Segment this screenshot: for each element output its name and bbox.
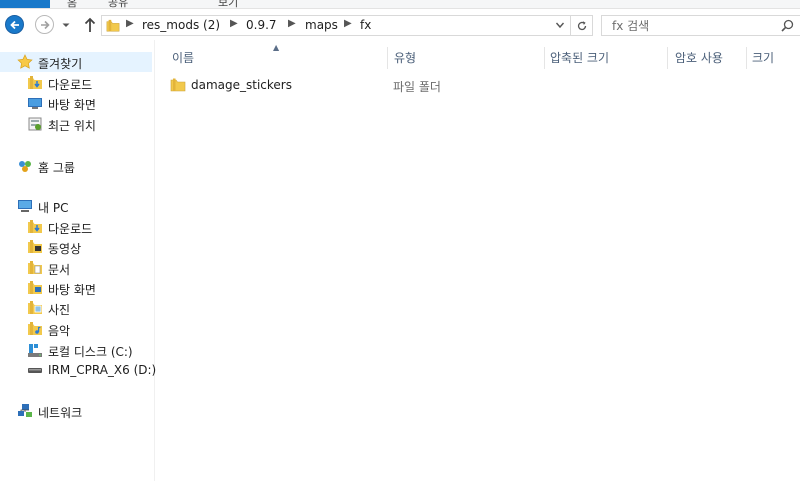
nav-network[interactable]: 네트워크 xyxy=(0,401,152,421)
file-row[interactable]: damage_stickers 파일 폴더 xyxy=(165,75,765,95)
column-header-compressed-size[interactable]: 압축된 크기 xyxy=(545,47,667,69)
documents-folder-icon xyxy=(28,261,42,274)
file-list: ▲ 이름 유형 압축된 크기 암호 사용 크기 damage_stickers … xyxy=(160,40,800,481)
ribbon-file-tab[interactable] xyxy=(0,0,50,8)
breadcrumb-separator[interactable]: ▶ xyxy=(344,18,352,29)
nav-item-label: 최근 위치 xyxy=(48,119,96,133)
nav-item-label: 바탕 화면 xyxy=(48,98,96,112)
nav-item-music[interactable]: 음악 xyxy=(0,319,152,339)
desktop-icon xyxy=(28,98,42,109)
breadcrumb-res-mods[interactable]: res_mods (2) xyxy=(142,18,220,32)
forward-button[interactable] xyxy=(35,15,54,34)
drive-icon xyxy=(28,344,42,357)
ribbon-tab-view[interactable]: 보기 xyxy=(218,0,238,8)
downloads-folder-icon xyxy=(28,220,42,233)
desktop-folder-icon xyxy=(28,281,42,294)
nav-item-pictures[interactable]: 사진 xyxy=(0,298,152,318)
breadcrumb-separator[interactable]: ▶ xyxy=(288,18,296,29)
navigation-bar: ▶ res_mods (2) ▶ 0.9.7 ▶ maps ▶ fx xyxy=(0,10,800,40)
homegroup-icon xyxy=(19,161,31,172)
nav-item-label: 음악 xyxy=(48,324,71,338)
optical-drive-icon xyxy=(28,368,42,373)
recent-locations-dropdown[interactable] xyxy=(61,20,71,30)
chevron-down-icon[interactable] xyxy=(555,20,565,30)
column-header-password-protected[interactable]: 암호 사용 xyxy=(668,47,746,69)
up-arrow-icon[interactable] xyxy=(83,17,97,33)
arrow-right-icon xyxy=(41,20,50,30)
breadcrumb-separator[interactable]: ▶ xyxy=(126,18,134,29)
pane-divider[interactable] xyxy=(154,40,155,481)
column-header-name[interactable]: ▲ 이름 xyxy=(160,43,387,69)
refresh-icon xyxy=(577,21,587,31)
nav-item-label: 바탕 화면 xyxy=(48,283,96,297)
nav-item-downloads[interactable]: 다운로드 xyxy=(0,73,152,93)
column-header-type[interactable]: 유형 xyxy=(388,47,544,69)
nav-item-label: IRM_CPRA_X6 (D:) xyxy=(48,363,157,377)
column-header-size[interactable]: 크기 xyxy=(747,47,800,69)
nav-network-label: 네트워크 xyxy=(38,406,83,420)
nav-item-videos[interactable]: 동영상 xyxy=(0,237,152,257)
nav-item-label: 사진 xyxy=(48,303,71,317)
star-icon xyxy=(17,54,33,69)
breadcrumb-maps[interactable]: maps xyxy=(305,18,338,32)
back-button[interactable] xyxy=(5,15,24,34)
nav-item-desktop[interactable]: 바탕 화면 xyxy=(0,278,152,298)
nav-item-label: 동영상 xyxy=(48,242,82,256)
nav-this-pc-label: 내 PC xyxy=(38,201,69,215)
network-icon xyxy=(18,404,32,417)
ribbon-tab-home[interactable]: 홈 xyxy=(67,0,77,8)
music-folder-icon xyxy=(28,322,42,335)
navigation-pane: 즐겨찾기 다운로드 바탕 화면 최근 위치 홈 그룹 내 PC 다운로드 동영상… xyxy=(0,46,156,481)
nav-item-label: 다운로드 xyxy=(48,78,93,92)
nav-favorites-label: 즐겨찾기 xyxy=(38,57,83,71)
search-box[interactable] xyxy=(601,15,800,36)
videos-folder-icon xyxy=(28,240,42,253)
breadcrumb-version[interactable]: 0.9.7 xyxy=(246,18,277,32)
folder-icon xyxy=(170,78,186,92)
ribbon-tab-share[interactable]: 공유 xyxy=(108,0,128,8)
nav-homegroup[interactable]: 홈 그룹 xyxy=(0,156,152,176)
refresh-button[interactable] xyxy=(571,15,593,36)
pictures-folder-icon xyxy=(28,301,42,314)
nav-favorites[interactable]: 즐겨찾기 xyxy=(0,52,152,72)
nav-item-recent-places[interactable]: 최근 위치 xyxy=(0,114,152,134)
nav-item-documents[interactable]: 문서 xyxy=(0,258,152,278)
sort-ascending-icon: ▲ xyxy=(273,43,280,52)
file-type: 파일 폴더 xyxy=(393,80,441,94)
nav-item-local-disk-c[interactable]: 로컬 디스크 (C:) xyxy=(0,340,152,360)
nav-item-desktop[interactable]: 바탕 화면 xyxy=(0,93,152,113)
search-input[interactable] xyxy=(612,18,772,33)
nav-this-pc[interactable]: 내 PC xyxy=(0,196,152,216)
nav-item-dvd-drive-d[interactable]: IRM_CPRA_X6 (D:) xyxy=(0,360,156,380)
address-bar[interactable]: ▶ res_mods (2) ▶ 0.9.7 ▶ maps ▶ fx xyxy=(101,15,571,36)
nav-homegroup-label: 홈 그룹 xyxy=(38,161,75,175)
nav-item-label: 다운로드 xyxy=(48,222,93,236)
downloads-folder-icon xyxy=(28,76,42,89)
computer-icon xyxy=(18,200,32,212)
recent-places-icon xyxy=(28,117,42,131)
search-icon[interactable] xyxy=(781,19,794,32)
folder-icon xyxy=(106,19,120,32)
breadcrumb-separator[interactable]: ▶ xyxy=(230,18,238,29)
breadcrumb-fx[interactable]: fx xyxy=(360,18,371,32)
nav-item-label: 문서 xyxy=(48,263,71,277)
nav-item-downloads[interactable]: 다운로드 xyxy=(0,217,152,237)
ribbon-strip: 홈 공유 보기 xyxy=(0,0,800,9)
arrow-left-icon xyxy=(10,20,19,30)
file-name: damage_stickers xyxy=(191,78,292,92)
nav-item-label: 로컬 디스크 (C:) xyxy=(48,345,133,359)
